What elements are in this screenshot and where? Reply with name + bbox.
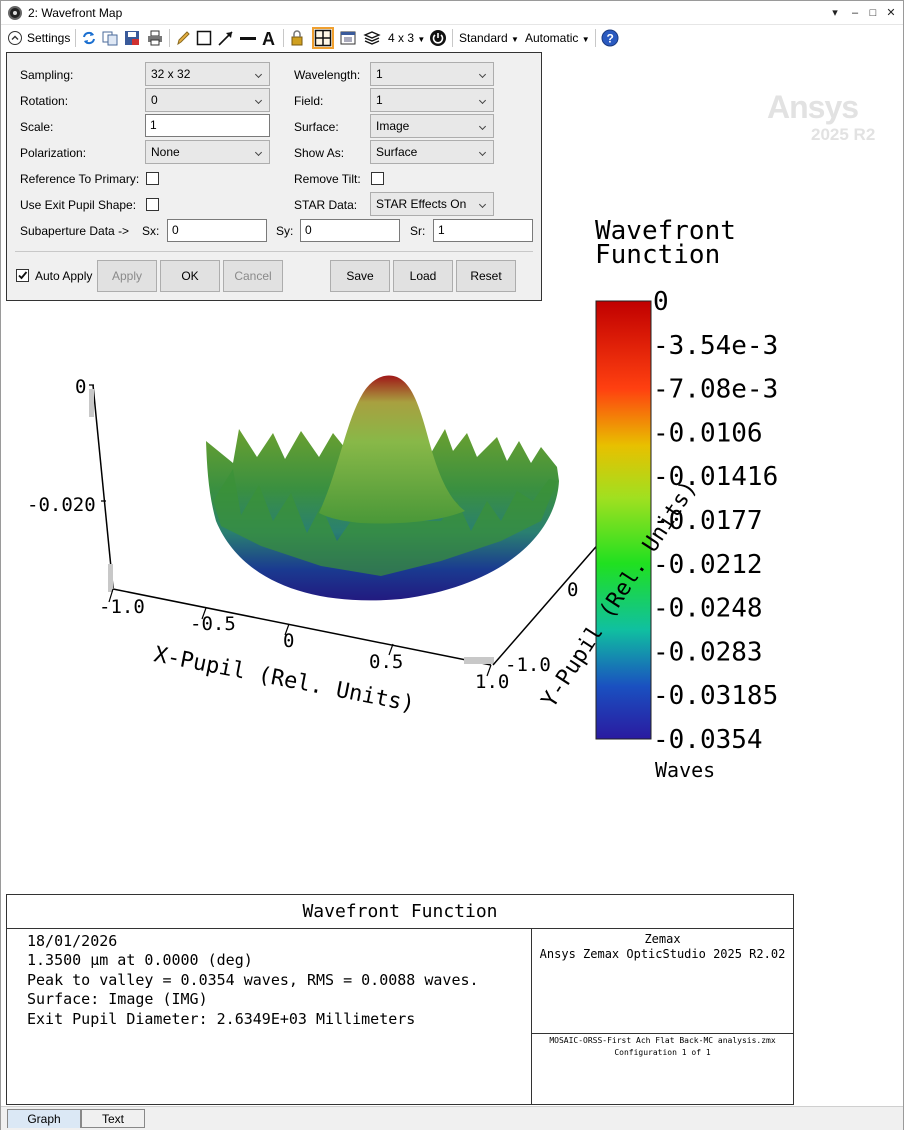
- x-tick-2: 0: [283, 630, 294, 652]
- tab-bar: Graph Text: [1, 1106, 903, 1130]
- tab-text[interactable]: Text: [81, 1109, 145, 1128]
- wavelength-label: Wavelength:: [294, 68, 361, 82]
- colorbar: [595, 300, 652, 740]
- colorbar-label-6: -0.0212: [653, 550, 763, 580]
- rotation-label: Rotation:: [20, 94, 69, 108]
- sampling-select[interactable]: 32 x 32: [145, 62, 270, 86]
- surface-label: Surface:: [294, 120, 339, 134]
- exit-pupil-checkbox[interactable]: [146, 198, 159, 211]
- scale-input[interactable]: 1: [145, 114, 270, 137]
- auto-apply-checkbox[interactable]: [16, 269, 29, 282]
- reference-primary-checkbox[interactable]: [146, 172, 159, 185]
- save-button[interactable]: Save: [330, 260, 390, 292]
- colorbar-label-7: -0.0248: [653, 594, 763, 624]
- sx-input[interactable]: 0: [167, 219, 267, 242]
- show-as-label: Show As:: [294, 146, 345, 160]
- colorbar-label-8: -0.0283: [653, 637, 763, 667]
- reference-primary-label: Reference To Primary:: [20, 172, 140, 186]
- tab-graph[interactable]: Graph: [7, 1109, 81, 1128]
- colorbar-label-2: -7.08e-3: [653, 375, 778, 405]
- wavelength-select[interactable]: 1: [370, 62, 494, 86]
- colorbar-label-1: -3.54e-3: [653, 331, 778, 361]
- exit-pupil-label: Use Exit Pupil Shape:: [20, 198, 137, 212]
- wavefront-map-window: 2: Wavefront Map ▾ – □ ✕ Settings A 4 x …: [0, 0, 904, 1130]
- info-date: 18/01/2026: [27, 932, 118, 950]
- show-as-select[interactable]: Surface: [370, 140, 494, 164]
- sy-input[interactable]: 0: [300, 219, 400, 242]
- info-product: Ansys Zemax OpticStudio 2025 R2.02: [539, 947, 786, 961]
- colorbar-label-4: -0.01416: [653, 462, 778, 492]
- info-title: Wavefront Function: [7, 895, 793, 929]
- polarization-select[interactable]: None: [145, 140, 270, 164]
- scale-label: Scale:: [20, 120, 54, 134]
- x-tick-1: -0.5: [190, 613, 236, 635]
- field-select[interactable]: 1: [370, 88, 494, 112]
- checkmark-icon: [18, 271, 28, 280]
- auto-apply-label: Auto Apply: [35, 269, 93, 283]
- z-tick-1: -0.020: [27, 494, 96, 516]
- info-exit-pupil: Exit Pupil Diameter: 2.6349E+03 Millimet…: [27, 1010, 416, 1028]
- ok-button[interactable]: OK: [160, 260, 220, 292]
- x-tick-0: -1.0: [99, 596, 145, 618]
- colorbar-label-10: -0.0354: [653, 725, 763, 755]
- info-surface: Surface: Image (IMG): [27, 990, 208, 1008]
- remove-tilt-label: Remove Tilt:: [294, 172, 361, 186]
- field-label: Field:: [294, 94, 324, 108]
- sr-input[interactable]: 1: [433, 219, 533, 242]
- sx-label: Sx:: [142, 224, 160, 238]
- z-tick-0: 0: [75, 376, 86, 398]
- info-company: Zemax: [644, 932, 681, 946]
- x-tick-3: 0.5: [369, 651, 403, 673]
- y-tick-1: 0: [567, 579, 578, 601]
- divider: [15, 251, 533, 252]
- cancel-button[interactable]: Cancel: [223, 260, 283, 292]
- colorbar-unit: Waves: [655, 758, 715, 782]
- colorbar-title-line2: Function: [595, 240, 720, 270]
- info-ptv-rms: Peak to valley = 0.0354 waves, RMS = 0.0…: [27, 971, 479, 989]
- sy-label: Sy:: [276, 224, 294, 238]
- info-file: MOSAIC-ORSS-First Ach Flat Back-MC analy…: [549, 1036, 776, 1045]
- colorbar-label-9: -0.03185: [653, 681, 778, 711]
- subaperture-label: Subaperture Data ->: [20, 224, 130, 238]
- info-box: Wavefront Function 18/01/2026 1.3500 µm …: [6, 894, 794, 1105]
- z-axis-line: [92, 384, 114, 589]
- info-wavelength: 1.3500 µm at 0.0000 (deg): [27, 951, 253, 969]
- y-tick-0: -1.0: [505, 654, 551, 676]
- colorbar-label-3: -0.0106: [653, 418, 763, 448]
- info-config: Configuration 1 of 1: [614, 1048, 711, 1057]
- apply-button[interactable]: Apply: [97, 260, 157, 292]
- rotation-select[interactable]: 0: [145, 88, 270, 112]
- load-button[interactable]: Load: [393, 260, 453, 292]
- surface-select[interactable]: Image: [370, 114, 494, 138]
- star-data-select[interactable]: STAR Effects On: [370, 192, 494, 216]
- reset-button[interactable]: Reset: [456, 260, 516, 292]
- colorbar-label-0: 0: [653, 287, 669, 317]
- star-data-label: STAR Data:: [294, 198, 358, 212]
- polarization-label: Polarization:: [20, 146, 87, 160]
- sampling-label: Sampling:: [20, 68, 74, 82]
- remove-tilt-checkbox[interactable]: [371, 172, 384, 185]
- sr-label: Sr:: [410, 224, 426, 238]
- settings-panel: Sampling: 32 x 32 Rotation: 0 Scale: 1 P…: [6, 52, 542, 301]
